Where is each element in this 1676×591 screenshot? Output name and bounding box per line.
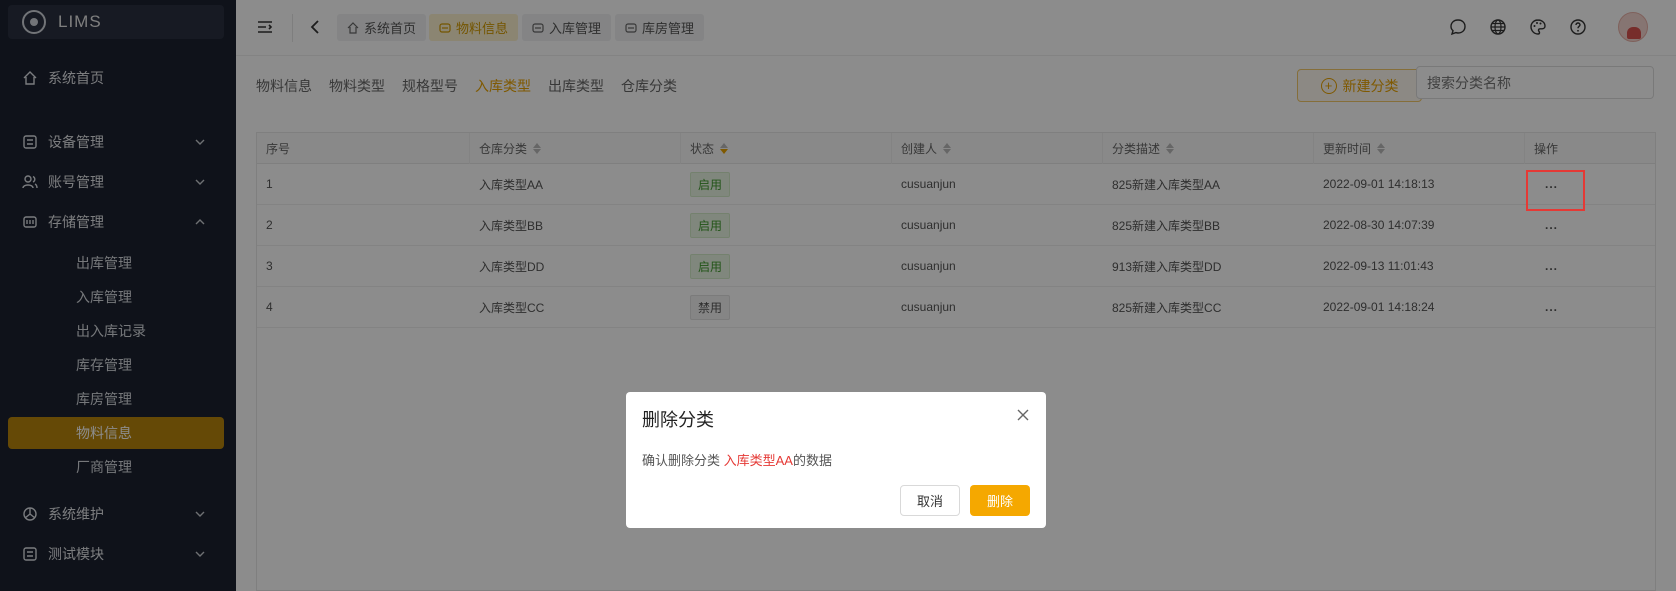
dialog-title: 删除分类 bbox=[642, 410, 714, 430]
cancel-button[interactable]: 取消 bbox=[900, 485, 960, 516]
dialog-message: 确认删除分类 入库类型AA的数据 bbox=[642, 450, 832, 469]
message-prefix: 确认删除分类 bbox=[642, 453, 724, 468]
highlight-box bbox=[1526, 170, 1585, 211]
message-suffix: 的数据 bbox=[792, 453, 832, 468]
message-target: 入库类型AA bbox=[723, 453, 793, 468]
close-icon[interactable] bbox=[1016, 408, 1030, 425]
delete-category-dialog: 删除分类 确认删除分类 入库类型AA的数据 取消 删除 bbox=[626, 392, 1046, 528]
delete-button[interactable]: 删除 bbox=[970, 485, 1030, 516]
